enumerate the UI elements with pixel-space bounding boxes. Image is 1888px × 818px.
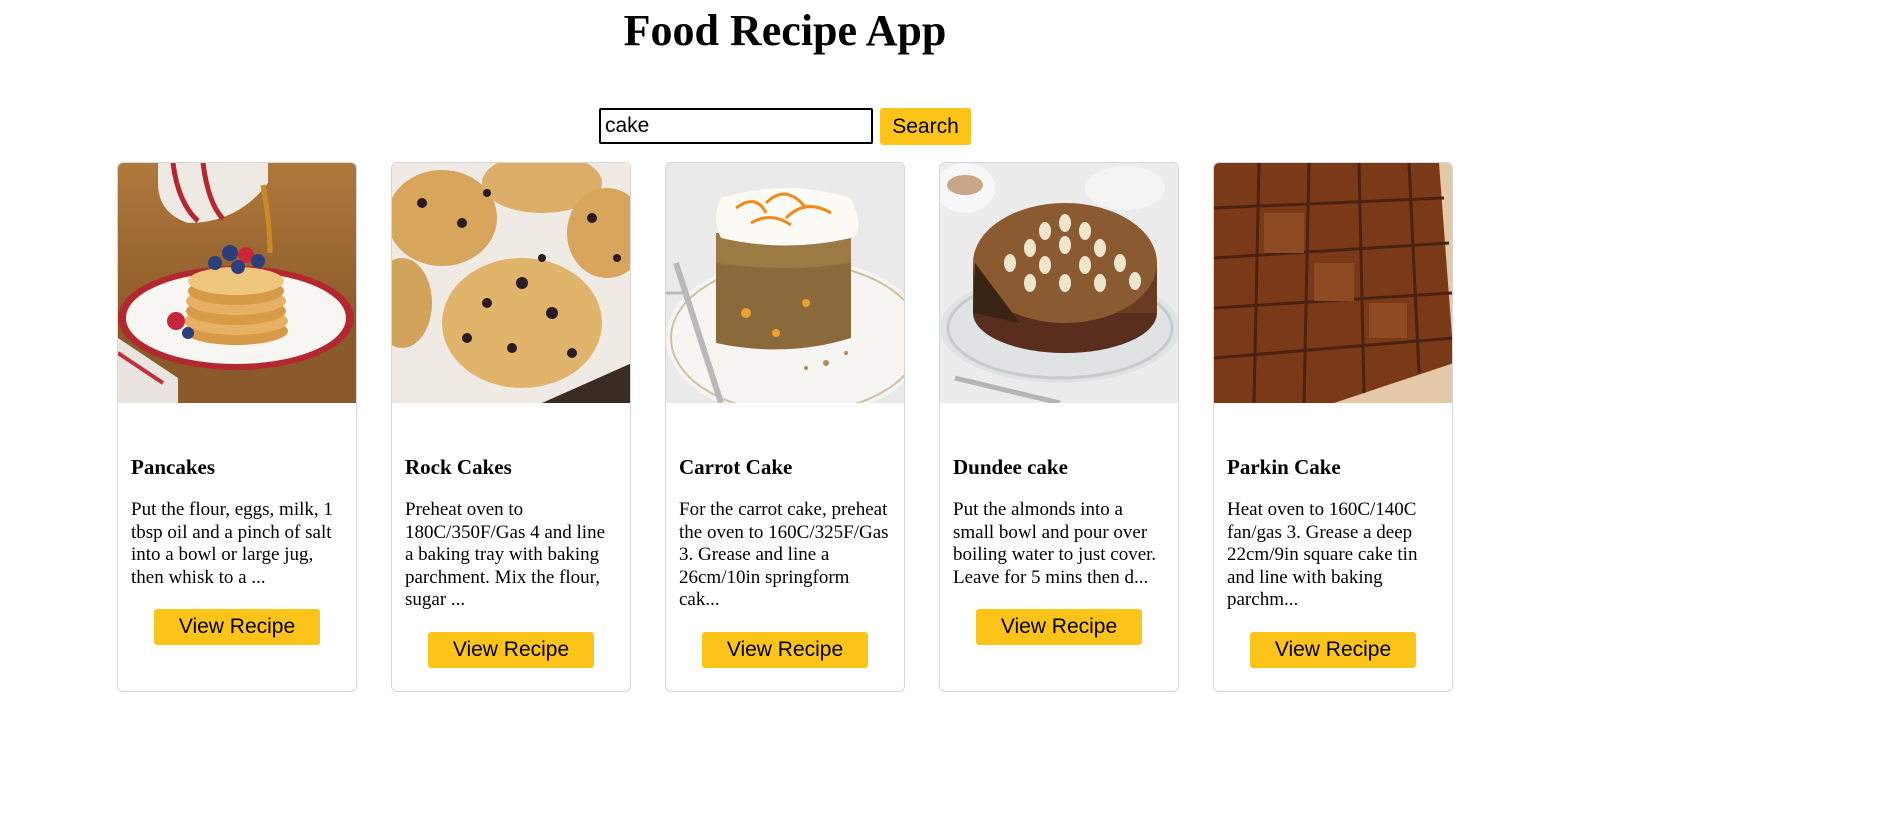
recipe-image — [1214, 163, 1452, 403]
view-recipe-button[interactable]: View Recipe — [976, 609, 1142, 645]
search-input[interactable] — [599, 108, 873, 144]
recipe-title: Dundee cake — [953, 455, 1068, 479]
recipe-image — [666, 163, 904, 403]
recipe-title: Pancakes — [131, 455, 215, 479]
recipe-card: Rock Cakes Preheat oven to 180C/350F/Gas… — [391, 162, 631, 692]
recipe-description: Put the flour, eggs, milk, 1 tbsp oil an… — [131, 499, 333, 588]
view-recipe-button[interactable]: View Recipe — [702, 631, 868, 668]
view-recipe-button[interactable]: View Recipe — [154, 609, 320, 645]
recipe-card: Dundee cake Put the almonds into a small… — [939, 162, 1179, 692]
recipe-description: For the carrot cake, preheat the oven to… — [679, 499, 889, 610]
recipe-card: Carrot Cake For the carrot cake, preheat… — [665, 162, 905, 692]
recipe-title: Rock Cakes — [405, 455, 512, 479]
recipe-description: Heat oven to 160C/140C fan/gas 3. Grease… — [1227, 499, 1418, 610]
recipe-description: Preheat oven to 180C/350F/Gas 4 and line… — [405, 499, 606, 610]
view-recipe-button[interactable]: View Recipe — [428, 631, 594, 668]
recipe-title: Parkin Cake — [1227, 455, 1341, 479]
search-bar: Search — [599, 108, 971, 145]
recipe-list: Pancakes Put the flour, eggs, milk, 1 tb… — [117, 162, 1453, 692]
recipe-image — [392, 163, 630, 403]
recipe-image — [118, 163, 356, 403]
view-recipe-button[interactable]: View Recipe — [1250, 631, 1416, 668]
recipe-image — [940, 163, 1178, 403]
search-button[interactable]: Search — [880, 108, 971, 145]
recipe-card: Pancakes Put the flour, eggs, milk, 1 tb… — [117, 162, 357, 692]
page-title: Food Recipe App — [623, 6, 947, 55]
recipe-title: Carrot Cake — [679, 455, 793, 479]
app-root: Food Recipe App Search — [0, 0, 1888, 818]
recipe-description: Put the almonds into a small bowl and po… — [953, 499, 1157, 588]
recipe-card: Parkin Cake Heat oven to 160C/140C fan/g… — [1213, 162, 1453, 692]
